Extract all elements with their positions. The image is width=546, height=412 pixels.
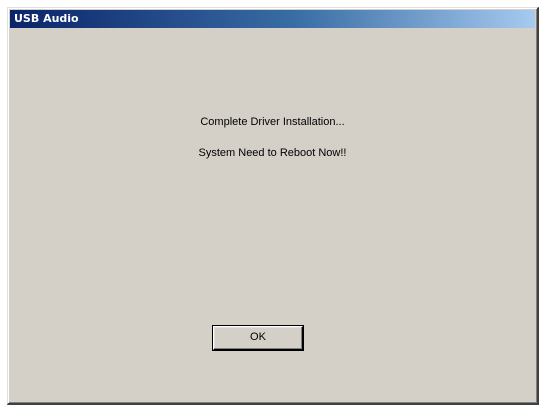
usb-audio-dialog: USB Audio Complete Driver Installation..… bbox=[7, 7, 539, 405]
title-bar[interactable]: USB Audio bbox=[10, 10, 535, 28]
ok-button[interactable]: OK bbox=[212, 325, 304, 351]
installation-complete-message: Complete Driver Installation... bbox=[200, 116, 345, 128]
window-title: USB Audio bbox=[14, 12, 79, 25]
reboot-required-message: System Need to Reboot Now!! bbox=[198, 147, 347, 159]
